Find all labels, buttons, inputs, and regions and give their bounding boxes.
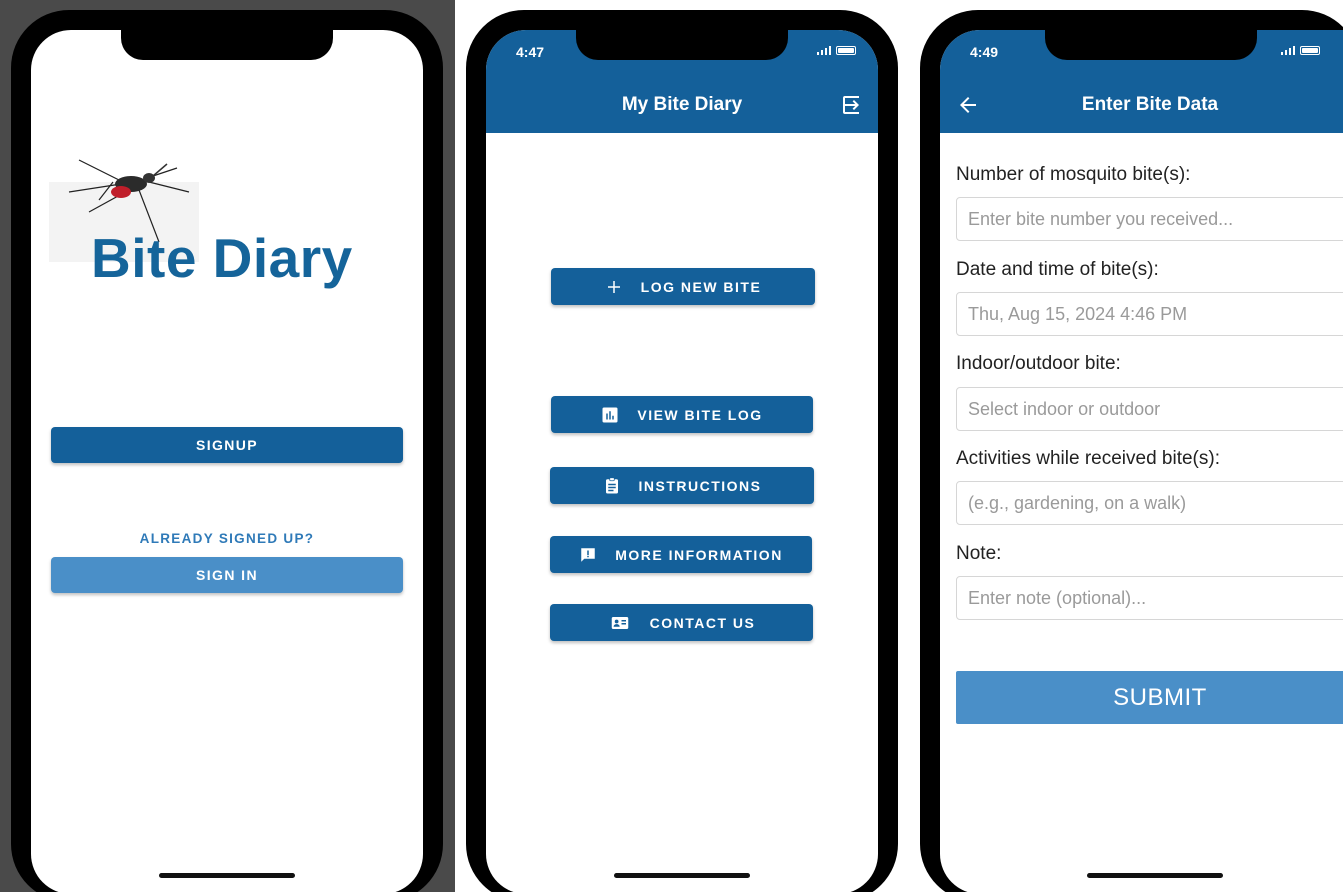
phone-home-menu: 4:47 My Bite Diary LOG NEW BITE VIEW BIT… — [466, 10, 898, 892]
plus-icon — [607, 280, 620, 293]
status-icons — [1280, 46, 1320, 55]
phone-enter-bite-data: 4:49 Enter Bite Data Number of mosquito … — [920, 10, 1343, 892]
feedback-icon — [581, 547, 595, 562]
bar-chart-icon — [602, 407, 618, 422]
bite-count-input[interactable]: Enter bite number you received... — [956, 197, 1343, 241]
contact-us-button[interactable]: CONTACT US — [550, 604, 813, 641]
home-screen: 4:47 My Bite Diary LOG NEW BITE VIEW BIT… — [486, 30, 878, 892]
signin-screen: Bite Diary SIGNUP ALREADY SIGNED UP? SIG… — [31, 30, 423, 892]
page-title: Enter Bite Data — [1081, 94, 1219, 115]
activities-label: Activities while received bite(s): — [956, 448, 1220, 469]
indoor-outdoor-placeholder: Select indoor or outdoor — [968, 398, 1161, 419]
notch — [576, 30, 788, 60]
status-time: 4:49 — [970, 44, 999, 60]
already-signed-up-link[interactable]: ALREADY SIGNED UP? — [31, 531, 423, 546]
signup-button[interactable]: SIGNUP — [51, 427, 403, 463]
clipboard-icon — [605, 476, 618, 493]
more-information-button[interactable]: MORE INFORMATION — [550, 536, 812, 573]
notch — [121, 30, 333, 60]
submit-button[interactable]: SUBMIT — [956, 671, 1343, 724]
log-new-bite-button[interactable]: LOG NEW BITE — [551, 268, 815, 305]
phone-signin: Bite Diary SIGNUP ALREADY SIGNED UP? SIG… — [11, 10, 443, 892]
battery-icon — [1300, 46, 1320, 55]
contact-card-icon — [611, 616, 628, 629]
status-icons — [816, 46, 856, 55]
button-label: LOG NEW BITE — [640, 278, 762, 295]
instructions-button[interactable]: INSTRUCTIONS — [550, 467, 814, 504]
button-label: VIEW BITE LOG — [637, 406, 763, 423]
home-indicator — [1087, 873, 1223, 878]
date-time-value: Thu, Aug 15, 2024 4:46 PM — [968, 303, 1188, 324]
note-label: Note: — [956, 543, 1002, 564]
button-label: INSTRUCTIONS — [638, 477, 762, 494]
note-placeholder: Enter note (optional)... — [968, 587, 1147, 608]
date-time-input[interactable]: Thu, Aug 15, 2024 4:46 PM — [956, 292, 1343, 336]
button-label: CONTACT US — [649, 614, 756, 631]
indoor-outdoor-select[interactable]: Select indoor or outdoor — [956, 387, 1343, 431]
battery-icon — [836, 46, 856, 55]
bite-count-placeholder: Enter bite number you received... — [968, 208, 1234, 229]
home-indicator — [159, 873, 295, 878]
status-time: 4:47 — [516, 44, 545, 60]
logout-icon[interactable] — [840, 93, 864, 117]
activities-placeholder: (e.g., gardening, on a walk) — [968, 492, 1187, 513]
indoor-outdoor-label: Indoor/outdoor bite: — [956, 353, 1121, 374]
activities-input[interactable]: (e.g., gardening, on a walk) — [956, 481, 1343, 525]
view-bite-log-button[interactable]: VIEW BITE LOG — [551, 396, 813, 433]
date-time-label: Date and time of bite(s): — [956, 259, 1159, 280]
signal-icon — [1280, 46, 1295, 55]
app-title: Bite Diary — [91, 227, 353, 289]
enter-bite-data-screen: 4:49 Enter Bite Data Number of mosquito … — [940, 30, 1343, 892]
bite-count-label: Number of mosquito bite(s): — [956, 164, 1191, 185]
page-title: My Bite Diary — [621, 94, 743, 115]
note-input[interactable]: Enter note (optional)... — [956, 576, 1343, 620]
notch — [1044, 30, 1257, 60]
home-indicator — [614, 873, 750, 878]
signin-button[interactable]: SIGN IN — [51, 557, 403, 593]
signal-icon — [816, 46, 831, 55]
button-label: MORE INFORMATION — [615, 546, 783, 563]
